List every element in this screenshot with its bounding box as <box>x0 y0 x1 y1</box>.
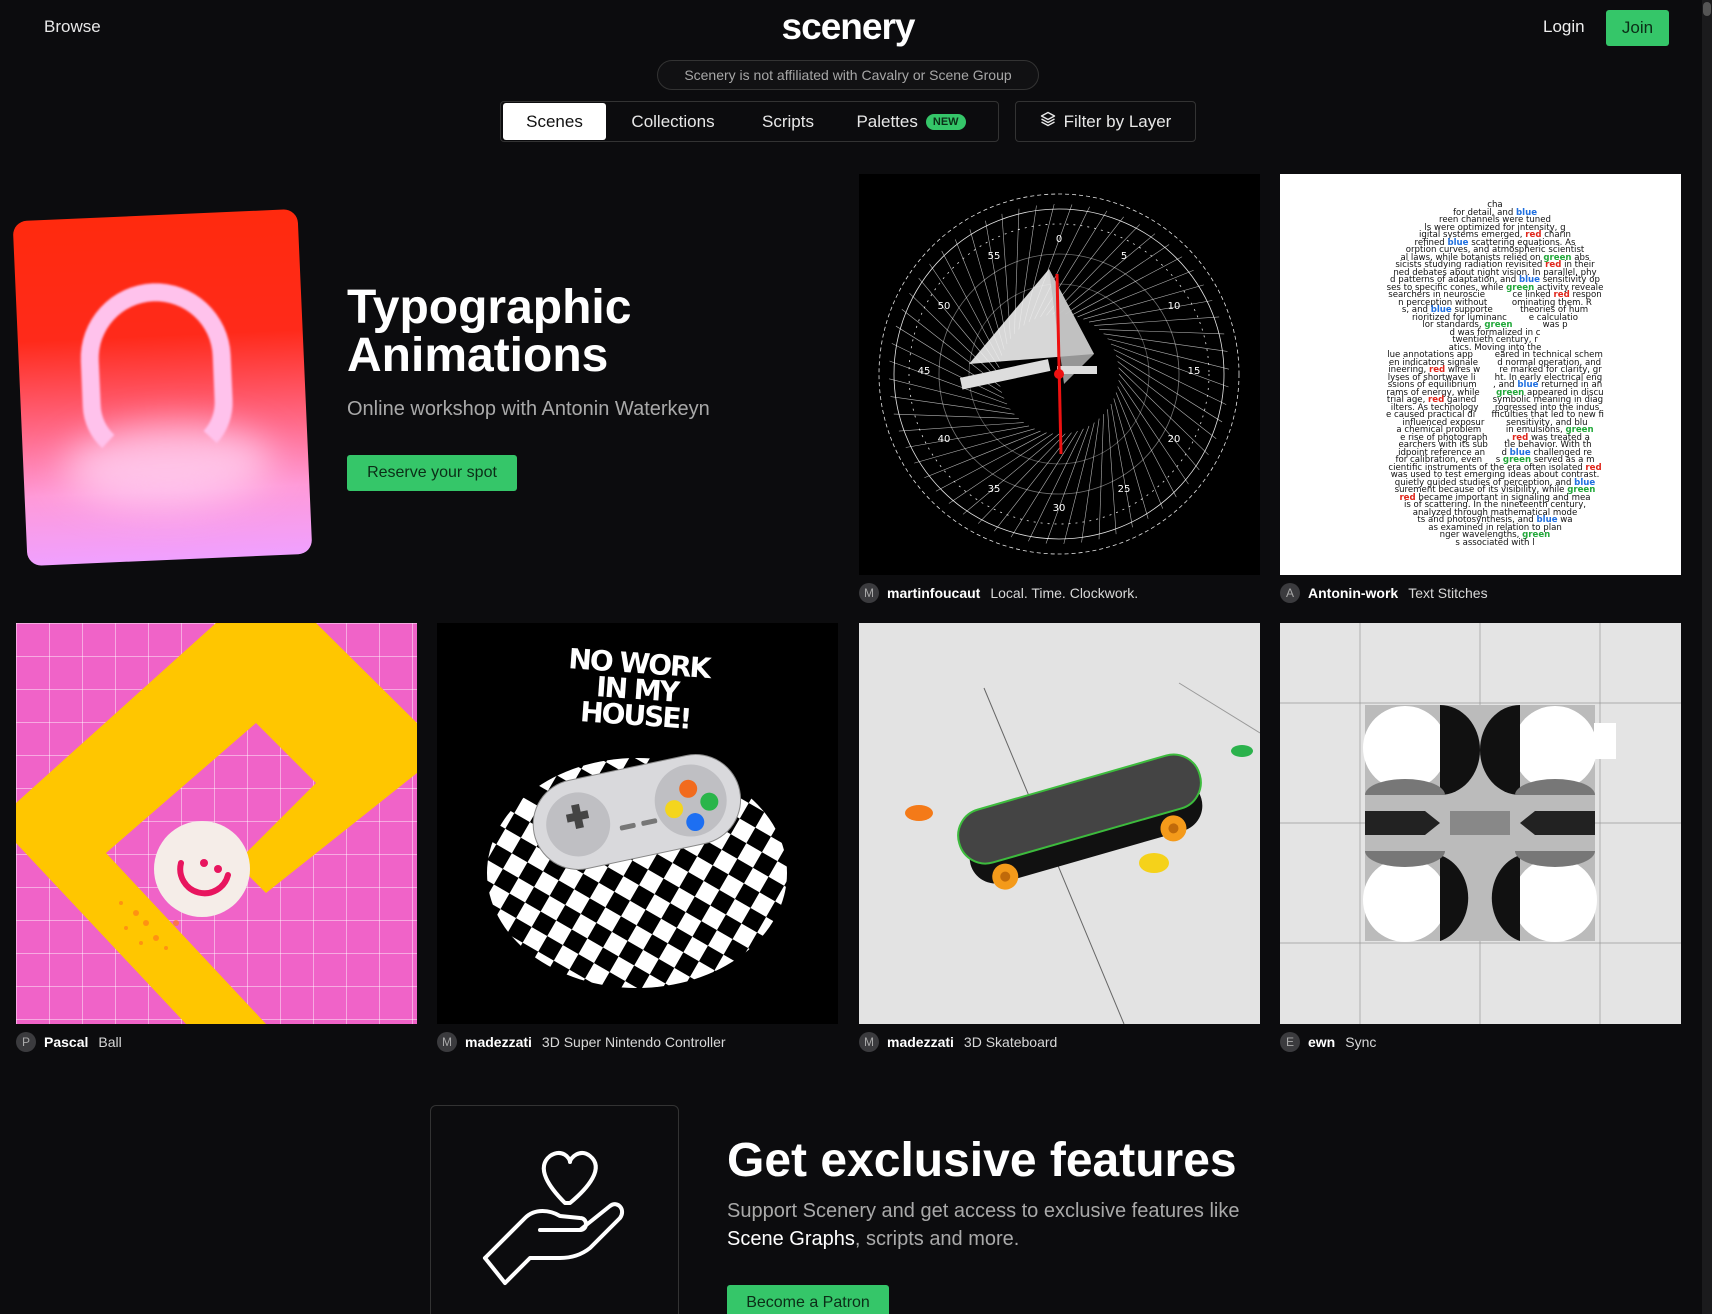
scene-title[interactable]: Text Stitches <box>1408 585 1487 601</box>
author-name[interactable]: Antonin-work <box>1308 585 1398 601</box>
join-button[interactable]: Join <box>1606 10 1669 46</box>
scene-thumbnail-text-stitches[interactable]: cha for detail, and blue reen channels wer… <box>1280 174 1681 575</box>
scene-thumbnail-ball[interactable] <box>16 623 417 1024</box>
filter-label: Filter by Layer <box>1063 111 1172 131</box>
svg-text:5: 5 <box>1121 251 1127 262</box>
promo-text: Support Scenery and get access to exclus… <box>727 1197 1267 1253</box>
patron-illustration <box>430 1105 679 1314</box>
scene-card[interactable]: E ewn Sync <box>1280 623 1681 1058</box>
svg-text:50: 50 <box>938 301 951 312</box>
tab-palettes-label: Palettes <box>856 111 918 131</box>
scene-title[interactable]: 3D Super Nintendo Controller <box>542 1034 726 1050</box>
scene-caption: M madezzati 3D Skateboard <box>859 1026 1260 1058</box>
svg-text:0: 0 <box>1056 234 1062 245</box>
scrollbar-thumb[interactable] <box>1703 2 1711 16</box>
avatar[interactable]: M <box>859 583 879 603</box>
scene-caption: M martinfoucaut Local. Time. Clockwork. <box>859 577 1260 609</box>
svg-text:15: 15 <box>1188 366 1201 377</box>
scene-thumbnail-sync[interactable] <box>1280 623 1681 1024</box>
reserve-spot-button[interactable]: Reserve your spot <box>347 455 517 491</box>
scene-graphs-link[interactable]: Scene Graphs <box>727 1228 855 1250</box>
hero-ring-shape <box>77 280 236 467</box>
scene-title[interactable]: Ball <box>98 1034 121 1050</box>
become-patron-button[interactable]: Become a Patron <box>727 1285 889 1314</box>
avatar[interactable]: P <box>16 1032 36 1052</box>
controller-headline: NO WORK IN MY HOUSE! <box>567 642 711 736</box>
svg-text:55: 55 <box>988 251 1001 262</box>
promo-text-start: Support Scenery and get access to exclus… <box>727 1200 1240 1222</box>
scene-thumbnail-controller[interactable]: NO WORK IN MY HOUSE! <box>437 623 838 1024</box>
filter-by-layer-button[interactable]: Filter by Layer <box>1015 101 1196 142</box>
author-name[interactable]: Pascal <box>44 1034 88 1050</box>
scene-thumbnail-skateboard[interactable] <box>859 623 1260 1024</box>
scene-title[interactable]: Local. Time. Clockwork. <box>990 585 1138 601</box>
affiliation-notice: Scenery is not affiliated with Cavalry o… <box>657 60 1039 90</box>
promo-title: Get exclusive features <box>727 1134 1237 1187</box>
svg-text:40: 40 <box>938 434 951 445</box>
stitch-line: s associated with l <box>1455 537 1535 548</box>
tab-scripts[interactable]: Scripts <box>740 103 836 140</box>
author-name[interactable]: martinfoucaut <box>887 585 980 601</box>
scene-card[interactable]: M madezzati 3D Skateboard <box>859 623 1260 1058</box>
scene-card[interactable]: cha for detail, and blue reen channels wer… <box>1280 174 1681 609</box>
hero-artwork[interactable] <box>12 208 313 567</box>
author-name[interactable]: madezzati <box>465 1034 532 1050</box>
heart-in-hand-icon <box>480 1148 630 1293</box>
tab-palettes[interactable]: Palettes NEW <box>836 103 986 140</box>
login-link[interactable]: Login <box>1543 17 1585 37</box>
scene-title[interactable]: 3D Skateboard <box>964 1034 1057 1050</box>
scene-caption: M madezzati 3D Super Nintendo Controller <box>437 1026 838 1058</box>
scene-caption: P Pascal Ball <box>16 1026 417 1058</box>
author-name[interactable]: madezzati <box>887 1034 954 1050</box>
tab-collections[interactable]: Collections <box>606 103 740 140</box>
scenery-logo[interactable]: scenery <box>0 6 1696 48</box>
svg-text:10: 10 <box>1168 301 1181 312</box>
promo-text-end: , scripts and more. <box>854 1228 1020 1250</box>
tab-scenes[interactable]: Scenes <box>503 103 606 140</box>
scene-card[interactable]: P Pascal Ball <box>16 623 417 1058</box>
svg-text:30: 30 <box>1053 503 1066 514</box>
scene-card[interactable]: 0 5 10 15 20 25 30 35 40 45 50 55 M martinfoucau… <box>859 174 1260 609</box>
text-stitches-artwork: cha for detail, and blue reen channels wer… <box>1350 201 1640 548</box>
content-tabs: Scenes Collections Scripts Palettes NEW <box>500 101 999 142</box>
avatar[interactable]: M <box>859 1032 879 1052</box>
hero-title: Typographic Animations <box>347 281 632 382</box>
scene-caption: A Antonin-work Text Stitches <box>1280 577 1681 609</box>
scene-card[interactable]: NO WORK IN MY HOUSE! M madezzati 3D Supe… <box>437 623 838 1058</box>
scene-thumbnail-clockwork[interactable]: 0 5 10 15 20 25 30 35 40 45 50 55 <box>859 174 1260 575</box>
layers-icon <box>1040 111 1056 132</box>
svg-text:35: 35 <box>988 484 1001 495</box>
author-name[interactable]: ewn <box>1308 1034 1335 1050</box>
page-scrollbar[interactable] <box>1702 0 1712 1314</box>
hero-subtitle: Online workshop with Antonin Waterkeyn <box>347 398 710 420</box>
avatar[interactable]: M <box>437 1032 457 1052</box>
svg-text:45: 45 <box>918 366 931 377</box>
scene-title[interactable]: Sync <box>1345 1034 1376 1050</box>
avatar[interactable]: E <box>1280 1032 1300 1052</box>
scene-caption: E ewn Sync <box>1280 1026 1681 1058</box>
svg-text:20: 20 <box>1168 434 1181 445</box>
svg-text:25: 25 <box>1118 484 1131 495</box>
new-badge: NEW <box>925 113 966 130</box>
avatar[interactable]: A <box>1280 583 1300 603</box>
